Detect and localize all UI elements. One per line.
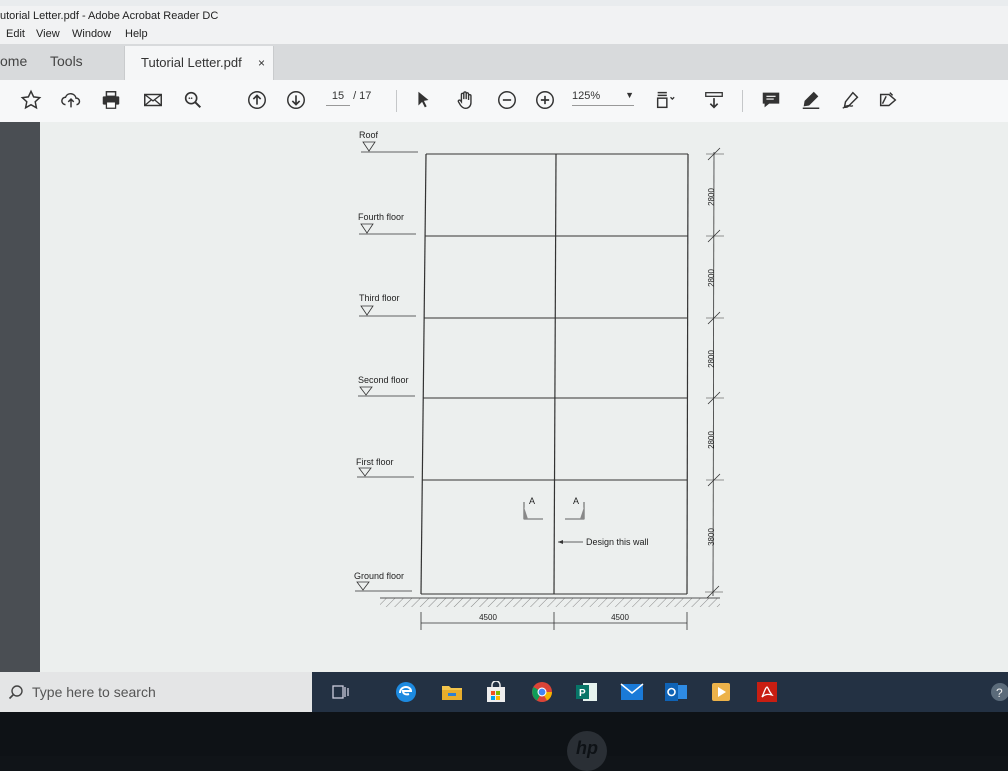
hand-icon[interactable]	[453, 87, 479, 113]
highlight-icon[interactable]	[798, 87, 824, 113]
outlook-icon[interactable]	[664, 680, 688, 704]
comment-icon[interactable]	[758, 87, 784, 113]
prev-page-icon[interactable]	[244, 87, 270, 113]
level-label-third: Third floor	[359, 293, 400, 303]
left-column	[420, 153, 427, 595]
left-navigation-pane	[0, 122, 40, 672]
file-explorer-icon[interactable]	[440, 680, 464, 704]
zoom-select[interactable]: 125% ▼	[572, 90, 634, 106]
level-label-first: First floor	[356, 457, 394, 467]
level-marker-ground	[355, 581, 412, 592]
acrobat-icon[interactable]	[755, 680, 779, 704]
screen: utorial Letter.pdf - Adobe Acrobat Reade…	[0, 0, 1008, 712]
level-marker-third	[359, 305, 416, 317]
select-icon[interactable]	[410, 87, 436, 113]
chevron-down-icon: ▼	[625, 90, 634, 100]
mail-icon[interactable]	[620, 680, 644, 704]
menu-window[interactable]: Window	[72, 28, 111, 40]
pdf-page: Roof Fourth floor Third floor Second flo…	[40, 122, 1008, 672]
section-label-left: A	[529, 496, 535, 506]
page-number-input[interactable]: 15	[326, 90, 350, 106]
tab-home[interactable]: ome	[0, 46, 40, 80]
edge-icon[interactable]	[394, 680, 418, 704]
tab-document[interactable]: Tutorial Letter.pdf ×	[124, 46, 274, 80]
annotation-text: Design this wall	[586, 537, 649, 547]
toolbar: 15 / 17 125% ▼	[0, 80, 1008, 123]
svg-text:P: P	[579, 688, 586, 699]
publisher-icon[interactable]: P	[575, 680, 599, 704]
window-title: utorial Letter.pdf - Adobe Acrobat Reade…	[0, 10, 219, 22]
zoom-out-icon[interactable]	[494, 87, 520, 113]
chrome-icon[interactable]	[530, 680, 554, 704]
document-area[interactable]: Roof Fourth floor Third floor Second flo…	[40, 122, 1008, 672]
page-total: / 17	[353, 90, 372, 102]
taskbar: Type here to search P ?	[0, 672, 1008, 712]
menu-bar: Edit View Window Help	[0, 26, 1008, 44]
page-navigator: 15 / 17	[326, 90, 371, 106]
store-icon[interactable]	[484, 680, 508, 704]
level-marker-fourth	[359, 223, 416, 235]
toolbar-divider-2	[742, 90, 743, 112]
level-marker-second	[358, 386, 415, 397]
svg-text:?: ?	[996, 686, 1003, 700]
upload-icon[interactable]	[58, 87, 84, 113]
print-icon[interactable]	[98, 87, 124, 113]
search-box[interactable]: Type here to search	[0, 672, 312, 712]
zoom-in-icon[interactable]	[532, 87, 558, 113]
laptop-bezel	[0, 712, 1008, 756]
page-layout-icon[interactable]	[652, 87, 678, 113]
toolbar-divider	[396, 90, 397, 112]
level-label-fourth: Fourth floor	[358, 212, 404, 222]
tab-tools[interactable]: Tools	[50, 46, 110, 80]
sign-icon[interactable]	[838, 87, 864, 113]
height-dimension-1: 2800	[707, 188, 716, 206]
level-marker-roof	[361, 141, 418, 153]
menu-view[interactable]: View	[36, 28, 60, 40]
level-label-ground: Ground floor	[354, 571, 404, 581]
search-icon[interactable]	[180, 87, 206, 113]
right-column	[686, 153, 689, 595]
level-label-second: Second floor	[358, 375, 409, 385]
scroll-icon[interactable]	[701, 87, 727, 113]
span-dimension-2: 4500	[611, 613, 629, 622]
star-icon[interactable]	[18, 87, 44, 113]
zoom-value: 125%	[572, 90, 601, 102]
level-label-roof: Roof	[359, 130, 379, 140]
help-icon[interactable]: ?	[988, 680, 1008, 704]
media-player-icon[interactable]	[709, 680, 733, 704]
task-view-icon[interactable]	[329, 680, 353, 704]
tab-bar: ome Tools Tutorial Letter.pdf ×	[0, 44, 1008, 80]
menu-help[interactable]: Help	[125, 28, 148, 40]
fill-sign-icon[interactable]	[875, 87, 901, 113]
next-page-icon[interactable]	[283, 87, 309, 113]
menu-edit[interactable]: Edit	[6, 28, 25, 40]
ground-hatch	[380, 598, 720, 607]
height-dimension-2: 2800	[707, 269, 716, 287]
height-dimension-4: 2800	[707, 431, 716, 449]
span-dimension-1: 4500	[479, 613, 497, 622]
height-dimension-5: 3800	[707, 528, 716, 546]
tab-close-icon[interactable]: ×	[258, 48, 265, 78]
search-icon	[8, 684, 24, 705]
search-placeholder: Type here to search	[32, 684, 156, 700]
horizontal-dimension	[420, 612, 688, 630]
title-bar: utorial Letter.pdf - Adobe Acrobat Reade…	[0, 6, 1008, 26]
tab-home-label: ome	[0, 53, 28, 69]
level-marker-first	[357, 467, 414, 478]
email-icon[interactable]	[140, 87, 166, 113]
height-dimension-3: 2800	[707, 350, 716, 368]
section-label-right: A	[573, 496, 579, 506]
middle-wall	[553, 153, 557, 595]
annotation-arrow	[558, 540, 583, 544]
hp-logo: hp	[567, 731, 607, 771]
structural-elevation-drawing: Roof Fourth floor Third floor Second flo…	[354, 130, 724, 630]
tab-tools-label: Tools	[50, 53, 83, 69]
tab-document-label: Tutorial Letter.pdf	[141, 55, 242, 70]
